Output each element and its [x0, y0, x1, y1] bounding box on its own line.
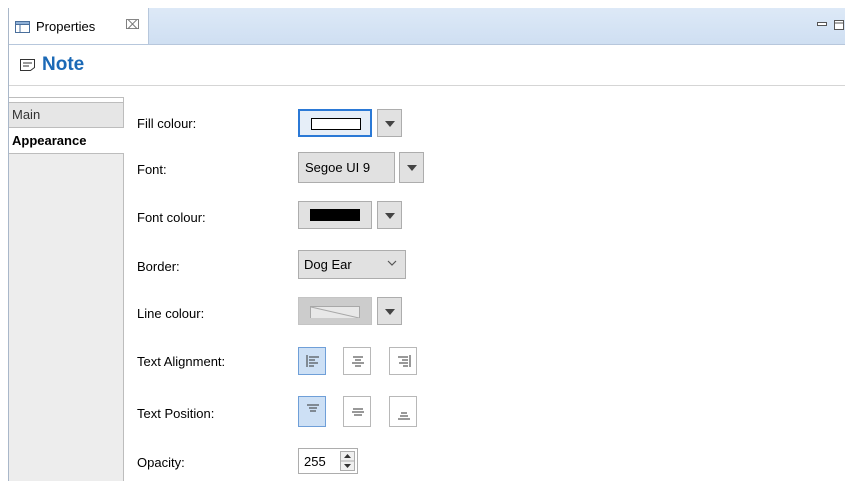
border-select[interactable]: Dog Ear: [298, 250, 406, 279]
align-left-button[interactable]: [298, 347, 326, 375]
properties-icon: [15, 21, 30, 33]
close-icon[interactable]: ⌧: [125, 18, 140, 32]
properties-view: Properties ⌧ Note Main Appearance Fill c…: [8, 8, 845, 481]
fill-colour-label: Fill colour:: [137, 116, 197, 131]
properties-header: Note: [9, 45, 845, 86]
line-colour-swatch: [310, 306, 360, 318]
minimize-icon[interactable]: [816, 19, 828, 31]
position-bottom-button[interactable]: [389, 396, 417, 427]
line-colour-dropdown[interactable]: [377, 297, 402, 325]
font-button[interactable]: Segoe UI 9: [298, 152, 395, 183]
align-right-button[interactable]: [389, 347, 417, 375]
text-position-label: Text Position:: [137, 406, 215, 421]
fill-colour-button[interactable]: [298, 109, 372, 137]
text-alignment-label: Text Alignment:: [137, 354, 226, 369]
position-middle-button[interactable]: [343, 396, 371, 427]
font-value: Segoe UI 9: [305, 160, 371, 175]
page-title: Note: [42, 54, 85, 75]
view-tab-bar: Properties ⌧: [9, 8, 845, 45]
dropdown-arrow-icon: [385, 213, 395, 219]
font-colour-dropdown[interactable]: [377, 201, 402, 229]
tab-label: Properties: [36, 19, 96, 34]
align-right-icon: [398, 355, 411, 367]
font-dropdown[interactable]: [399, 152, 424, 183]
font-colour-button[interactable]: [298, 201, 372, 229]
opacity-spinner[interactable]: 255: [298, 448, 358, 474]
properties-tab[interactable]: Properties ⌧: [9, 8, 149, 44]
text-top-icon: [307, 404, 319, 412]
dropdown-arrow-icon: [385, 121, 395, 127]
maximize-icon[interactable]: [833, 19, 845, 31]
fill-colour-dropdown[interactable]: [377, 109, 402, 137]
font-colour-label: Font colour:: [137, 210, 206, 225]
line-colour-label: Line colour:: [137, 306, 205, 321]
chevron-down-icon: [387, 260, 397, 266]
dropdown-arrow-icon: [385, 309, 395, 315]
border-value: Dog Ear: [304, 257, 352, 272]
font-label: Font:: [137, 162, 167, 177]
align-center-icon: [352, 356, 364, 367]
align-left-icon: [306, 355, 319, 367]
fill-colour-swatch: [311, 118, 361, 130]
align-center-button[interactable]: [343, 347, 371, 375]
dropdown-arrow-icon: [407, 165, 417, 171]
text-bottom-icon: [398, 412, 410, 420]
line-colour-button: [298, 297, 372, 325]
tab-sidebar: Main Appearance: [9, 97, 124, 481]
sidebar-item-appearance[interactable]: Appearance: [9, 128, 124, 154]
note-icon: [20, 59, 35, 71]
text-middle-icon: [352, 408, 364, 416]
font-colour-swatch: [310, 209, 360, 221]
opacity-label: Opacity:: [137, 455, 185, 470]
border-label: Border:: [137, 259, 180, 274]
sidebar-item-main[interactable]: Main: [9, 102, 124, 128]
position-top-button[interactable]: [298, 396, 326, 427]
spinner-arrows-icon[interactable]: [340, 451, 355, 471]
sidebar-empty-area: [9, 154, 124, 481]
opacity-value: 255: [304, 454, 326, 469]
